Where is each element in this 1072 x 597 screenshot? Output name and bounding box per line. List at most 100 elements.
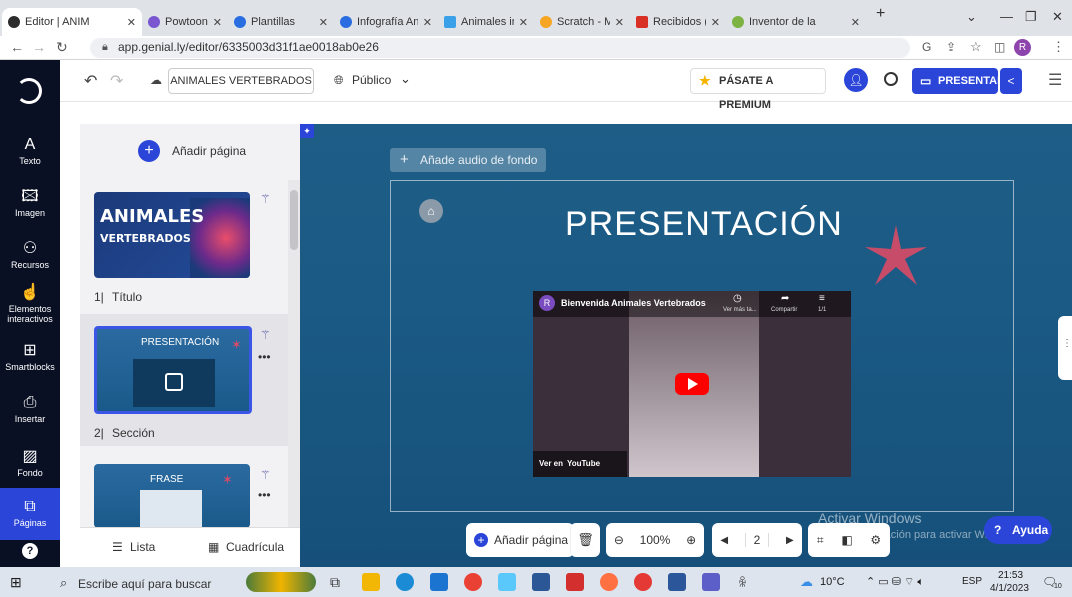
weather-temperature[interactable]: 10°C	[820, 576, 845, 588]
panel-scrollbar[interactable]	[288, 180, 300, 527]
opera-icon[interactable]	[634, 573, 652, 591]
clock-icon[interactable]: ◷	[733, 293, 742, 304]
watch-on-youtube[interactable]: Ver en YouTube	[533, 451, 627, 477]
side-panel-handle[interactable]: ⋮	[1058, 316, 1072, 380]
genially-logo-icon[interactable]	[16, 78, 42, 104]
new-tab-button[interactable]: +	[876, 5, 885, 23]
slide-frame[interactable]: ⌂ PRESENTACIÓN R Bienvenida Animales Ver…	[390, 180, 1014, 512]
visibility-chevron-down-icon[interactable]: ⌄	[400, 71, 411, 87]
sidepanel-icon[interactable]: ◫	[994, 40, 1005, 54]
sidebar-item-imagen[interactable]: 🖾︎ Imagen	[0, 188, 60, 218]
browser-tab-powtoon[interactable]: Powtoon - Lo ✕	[142, 8, 228, 36]
playlist-icon[interactable]: ≡	[819, 293, 825, 304]
reload-icon[interactable]: ↻	[56, 39, 68, 56]
close-tab-icon[interactable]: ✕	[615, 16, 624, 29]
premium-button[interactable]: ★ PÁSATE A PREMIUM	[690, 68, 826, 111]
edge-icon[interactable]	[396, 573, 414, 591]
add-page-plus-icon[interactable]: +	[138, 140, 160, 162]
page-options-icon[interactable]: •••	[258, 350, 271, 364]
close-tab-icon[interactable]: ✕	[711, 16, 720, 29]
view-grid-tab[interactable]: Cuadrícula	[226, 540, 284, 554]
browser-menu-icon[interactable]: ⋮	[1052, 39, 1065, 55]
close-tab-icon[interactable]: ✕	[213, 16, 222, 29]
chrome-icon[interactable]	[464, 573, 482, 591]
pin-icon[interactable]: ✦	[300, 124, 314, 138]
minimize-button[interactable]: —	[1000, 9, 1013, 24]
magic-wand-icon[interactable]: ⚚	[260, 328, 271, 342]
zoom-in-icon[interactable]: ⊕	[686, 533, 696, 547]
browser-tab-scratch[interactable]: Scratch - Me ✕	[534, 8, 630, 36]
settings-icon[interactable]: ⚙	[870, 533, 881, 547]
scrollbar-thumb[interactable]	[290, 190, 298, 250]
view-list-tab[interactable]: Lista	[130, 540, 155, 554]
help-button[interactable]: ? Ayuda	[984, 516, 1052, 544]
forward-arrow-icon[interactable]: →	[32, 39, 46, 55]
visibility-label[interactable]: Público	[352, 73, 391, 87]
home-icon[interactable]: ⌂	[419, 199, 443, 223]
magic-wand-icon[interactable]: ⚚	[260, 468, 271, 482]
trash-icon[interactable]: 🗑︎	[577, 532, 594, 548]
google-icon[interactable]: G	[922, 40, 931, 54]
clock-time[interactable]: 21:53	[998, 570, 1023, 581]
bookmark-star-icon[interactable]: ☆	[970, 39, 982, 55]
sidebar-item-paginas[interactable]: ⧉ Páginas	[0, 498, 60, 528]
url-text[interactable]: app.genial.ly/editor/6335003d31f1ae0018a…	[118, 40, 379, 54]
sidebar-item-elementos-interactivos[interactable]: ☝ Elementos interactivos	[0, 284, 60, 324]
office-icon[interactable]	[566, 573, 584, 591]
file-explorer-icon[interactable]	[362, 573, 380, 591]
profile-avatar[interactable]: R	[1014, 39, 1031, 56]
people-icon[interactable]: ꆜ	[738, 574, 747, 590]
browser-tab-editor[interactable]: Editor | ANIM ✕	[2, 8, 142, 36]
widget-image[interactable]	[246, 572, 316, 592]
close-tab-icon[interactable]: ✕	[127, 16, 136, 29]
close-tab-icon[interactable]: ✕	[319, 16, 328, 29]
browser-tab-gmail[interactable]: Recibidos (29 ✕	[630, 8, 726, 36]
hamburger-menu-icon[interactable]: ☰	[1048, 70, 1062, 90]
sidebar-item-smartblocks[interactable]: ⊞ Smartblocks	[0, 342, 60, 372]
tab-search-chevron-icon[interactable]: ⌄	[966, 9, 977, 25]
preview-eye-icon[interactable]	[884, 72, 898, 86]
app-icon[interactable]	[498, 573, 516, 591]
page-thumbnail-1[interactable]: ANIMALES VERTEBRADOS	[94, 192, 250, 278]
word-icon[interactable]	[668, 573, 686, 591]
previous-page-icon[interactable]: ◀	[720, 535, 728, 546]
next-page-icon[interactable]: ▶	[786, 535, 794, 546]
teams-icon[interactable]	[702, 573, 720, 591]
add-page-label[interactable]: Añadir página	[172, 144, 246, 158]
collaborate-user-icon[interactable]: 👤︎	[844, 68, 868, 92]
add-audio-button[interactable]: + Añade audio de fondo	[390, 148, 546, 172]
zoom-out-icon[interactable]: ⊖	[614, 533, 624, 547]
browser-tab-inventor[interactable]: Inventor de la ✕	[726, 8, 866, 36]
sidebar-item-fondo[interactable]: ▨ Fondo	[0, 448, 60, 478]
maximize-button[interactable]: ❐	[1025, 9, 1037, 25]
browser-tab-infografia[interactable]: Infografía An ✕	[334, 8, 438, 36]
sidebar-item-texto[interactable]: A Texto	[0, 136, 60, 166]
video-title[interactable]: Bienvenida Animales Vertebrados	[561, 298, 706, 308]
layers-icon[interactable]: ◧	[841, 533, 852, 547]
add-page-plus-icon[interactable]: +	[474, 533, 488, 547]
share-arrow-icon[interactable]: ➦	[781, 293, 789, 304]
mail-icon[interactable]	[430, 573, 448, 591]
magic-wand-icon[interactable]: ⚚	[260, 192, 271, 206]
project-name-field[interactable]: ANIMALES VERTEBRADOS	[168, 68, 314, 94]
undo-icon[interactable]: ↶	[84, 71, 97, 91]
firefox-icon[interactable]	[600, 573, 618, 591]
close-tab-icon[interactable]: ✕	[423, 16, 432, 29]
calculator-icon[interactable]	[532, 573, 550, 591]
clock-date[interactable]: 4/1/2023	[990, 583, 1029, 594]
browser-tab-animales[interactable]: Animales inve ✕	[438, 8, 534, 36]
page-options-icon[interactable]: •••	[258, 488, 271, 502]
taskbar-search-input[interactable]: Escribe aquí para buscar	[78, 577, 211, 591]
task-view-icon[interactable]: ⧉	[330, 574, 340, 591]
share-icon[interactable]: <	[1000, 68, 1022, 94]
close-window-button[interactable]: ✕	[1052, 9, 1063, 25]
slide-title[interactable]: PRESENTACIÓN	[565, 205, 843, 244]
sidebar-item-insertar[interactable]: ⎙ Insertar	[0, 394, 60, 424]
starfish-image[interactable]	[861, 221, 931, 291]
close-tab-icon[interactable]: ✕	[851, 16, 860, 29]
close-tab-icon[interactable]: ✕	[519, 16, 528, 29]
present-button[interactable]: ▭ PRESENTAR	[912, 68, 1005, 94]
page-thumbnail-2[interactable]: PRESENTACIÓN ✶	[94, 326, 252, 414]
channel-avatar[interactable]: R	[539, 295, 555, 311]
embedded-video[interactable]: R Bienvenida Animales Vertebrados ◷ Ver …	[533, 291, 851, 477]
